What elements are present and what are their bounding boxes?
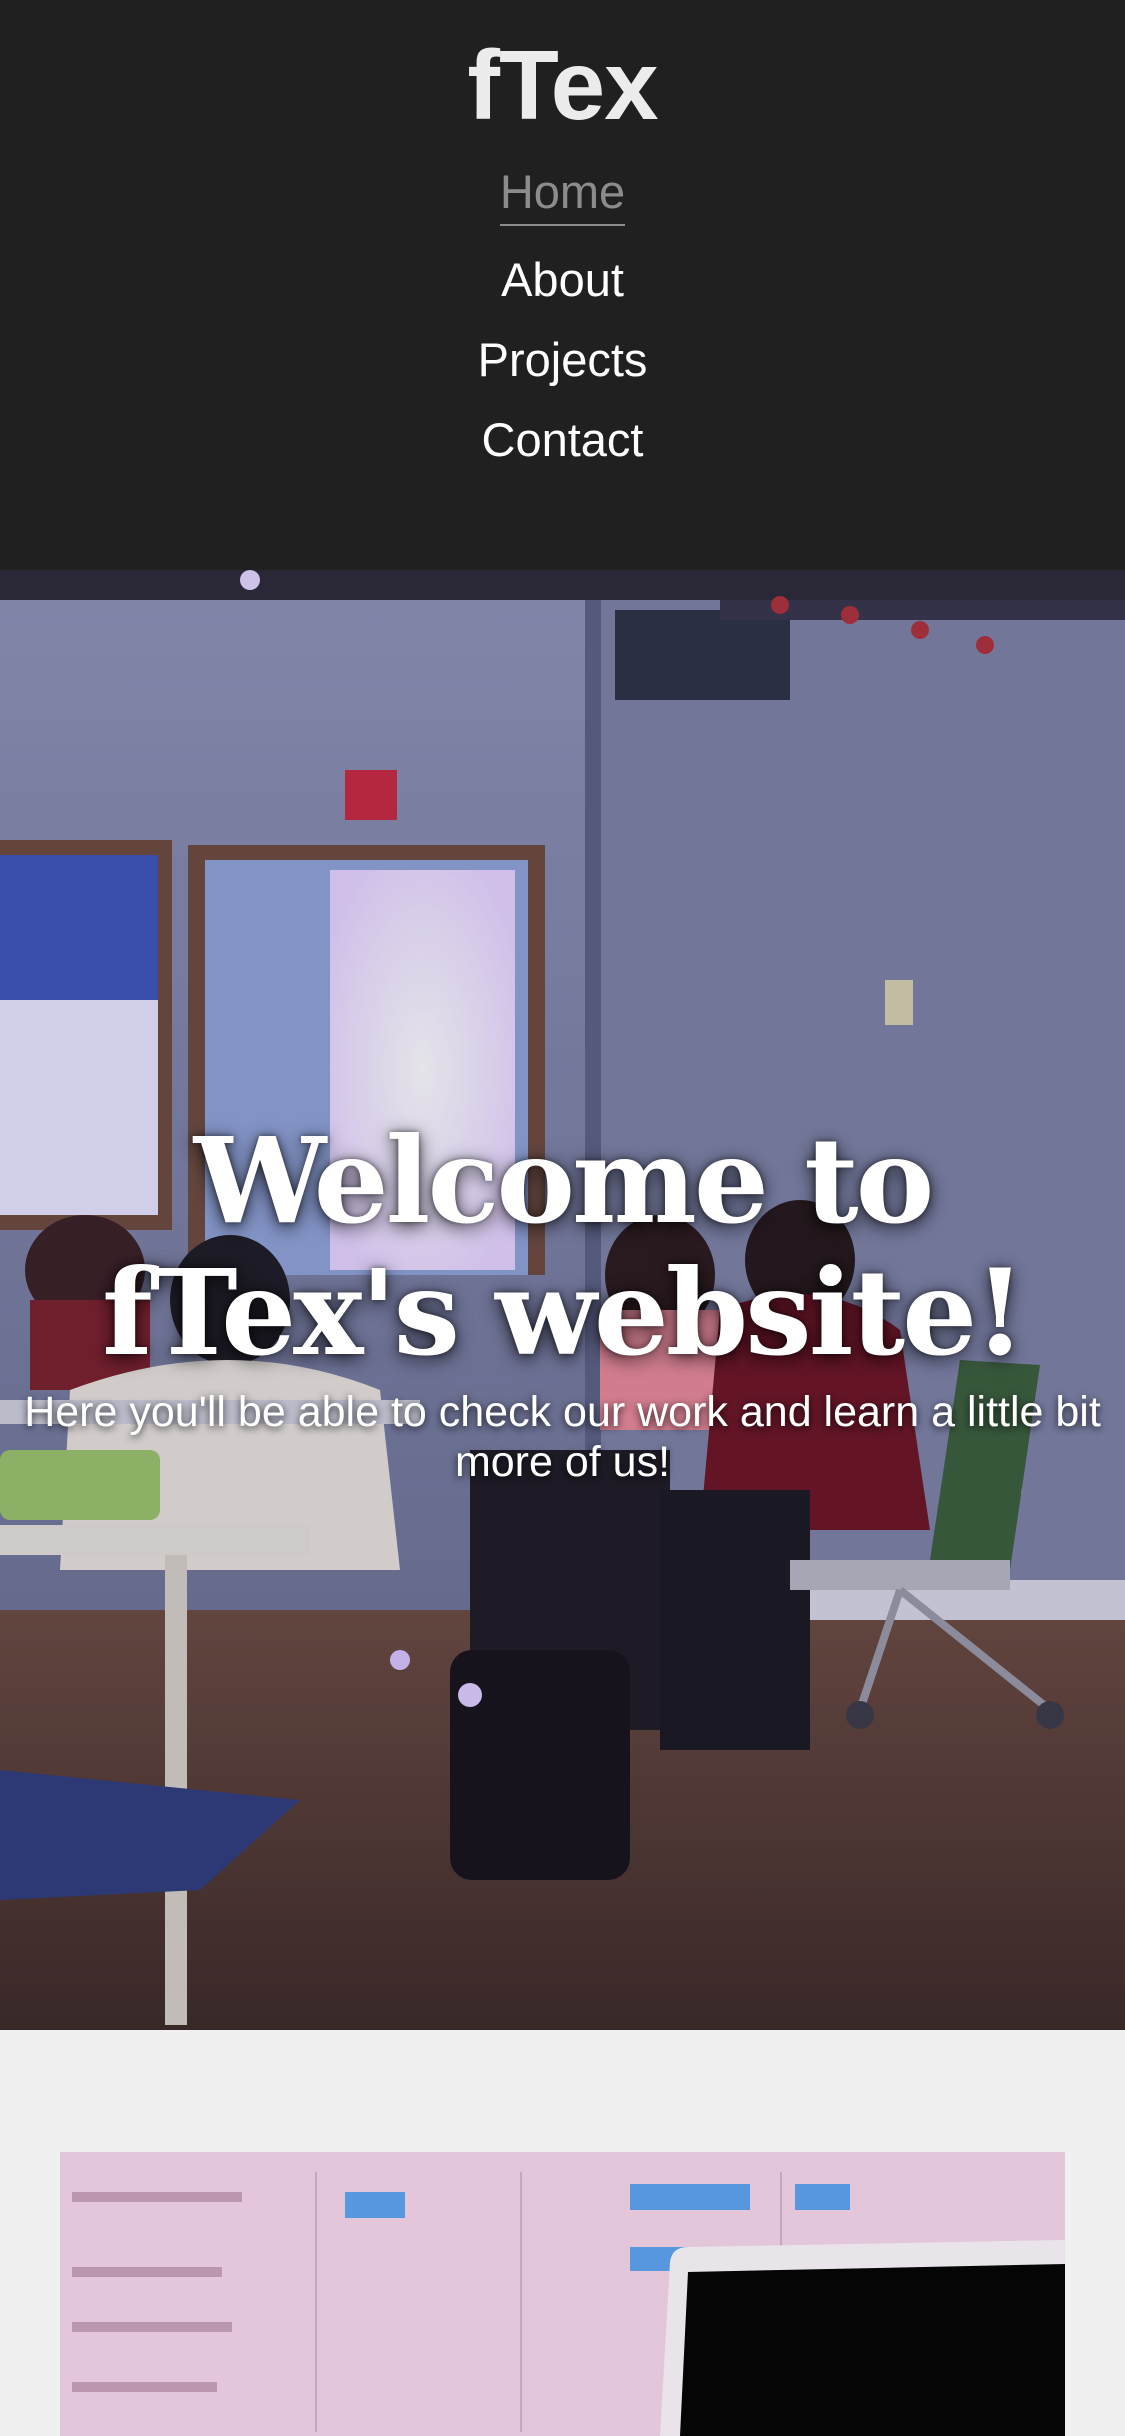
main-nav: Home About Projects Contact (0, 160, 1125, 480)
hero-title: Welcome to fTex's website! (102, 1111, 1026, 1382)
project-card-image[interactable] (60, 2152, 1065, 2436)
nav-link-about[interactable]: About (501, 240, 624, 320)
nav-link-projects[interactable]: Projects (478, 320, 648, 400)
content-section (0, 2030, 1125, 2436)
nav-link-contact[interactable]: Contact (482, 400, 644, 480)
site-header: fTex Home About Projects Contact (0, 0, 1125, 570)
whiteboard-laptop-photo (60, 2152, 1065, 2436)
nav-link-home[interactable]: Home (499, 160, 626, 226)
site-logo[interactable]: fTex (0, 30, 1125, 140)
hero-subtitle: Here you'll be able to check our work an… (24, 1388, 1101, 1486)
hero-text: Welcome to fTex's website! Here you'll b… (0, 1115, 1125, 1487)
hero-section: Welcome to fTex's website! Here you'll b… (0, 570, 1125, 2030)
